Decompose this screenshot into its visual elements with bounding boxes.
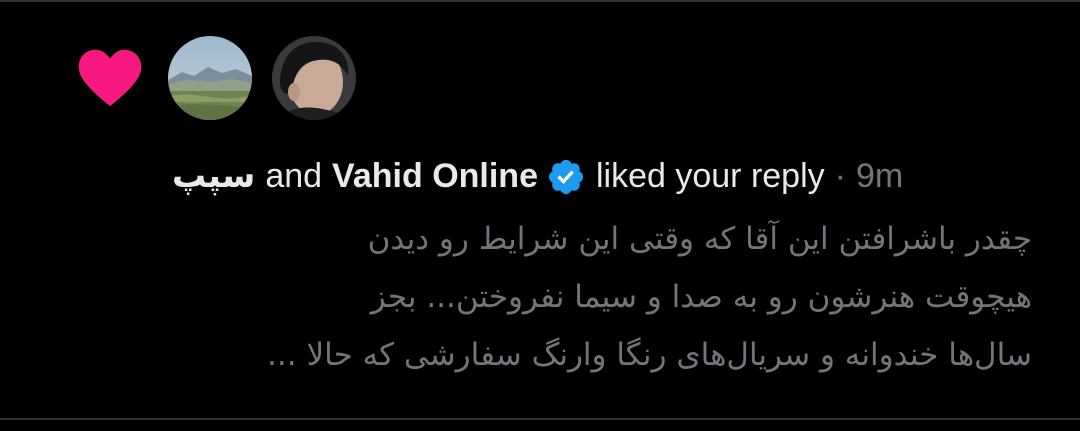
reply-preview[interactable]: چقدر باشرافتن این آقا که وقتی این شرایط …: [132, 210, 1032, 384]
timestamp[interactable]: 9m: [856, 157, 903, 196]
person-avatar-image: [272, 36, 356, 120]
heart-icon: [78, 49, 142, 107]
bottom-divider: [0, 418, 1080, 420]
landscape-avatar-image: [168, 36, 252, 120]
separator-dot: ·: [834, 156, 846, 195]
action-text: liked your reply: [595, 156, 825, 195]
reply-line: سال‌ها خندوانه و سریال‌های رنگا وارنگ سف…: [267, 337, 1032, 373]
liker-name-2[interactable]: Vahid Online: [332, 157, 538, 196]
conjunction-text: and: [265, 156, 323, 195]
like-notification[interactable]: سپپ and Vahid Online liked your reply · …: [0, 2, 1080, 418]
reply-line: چقدر باشرافتن این آقا که وقتی این شرایط …: [367, 221, 1032, 257]
verified-badge-icon: [548, 159, 584, 195]
reply-line: هیچوقت هنرشون رو به صدا و سیما نفروختن..…: [370, 279, 1032, 315]
avatar-person[interactable]: [272, 36, 356, 120]
notification-headline: سپپ and Vahid Online liked your reply · …: [172, 153, 903, 199]
avatar-landscape[interactable]: [168, 36, 252, 120]
liker-name-1[interactable]: سپپ: [172, 156, 255, 196]
